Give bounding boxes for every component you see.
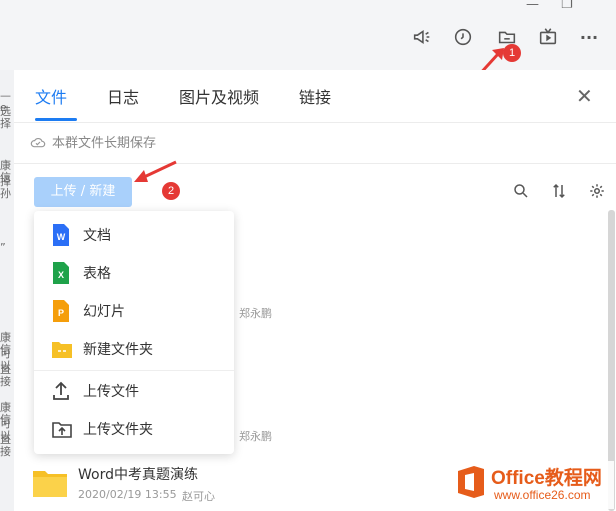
step-badge-2: 2	[162, 182, 180, 200]
clock-icon[interactable]	[450, 24, 476, 50]
storage-notice-text: 本群文件长期保存	[52, 136, 157, 151]
bg-fragment: ”	[0, 241, 6, 254]
gear-icon[interactable]	[587, 181, 607, 201]
slides-icon: P	[53, 300, 69, 322]
sheet-icon: X	[53, 262, 69, 284]
bg-uploader: 郑永鹏	[239, 307, 272, 320]
tab-files[interactable]: 文件	[35, 84, 67, 108]
upload-new-button[interactable]: 上传 / 新建	[34, 177, 132, 207]
folder-icon	[33, 471, 67, 497]
svg-text:P: P	[58, 308, 64, 318]
svg-text:W: W	[57, 232, 66, 242]
bg-fragment: 直接	[0, 363, 11, 388]
file-row[interactable]: Word中考真题演练 2020/02/19 13:55 赵可心	[32, 462, 362, 510]
watermark: Office教程网 www.office26.com	[454, 461, 614, 509]
storage-notice: 本群文件长期保存	[30, 132, 156, 151]
dropdown-item-slides[interactable]: P 幻灯片	[34, 292, 234, 330]
dropdown-item-label: 幻灯片	[83, 304, 125, 320]
tab-log[interactable]: 日志	[107, 84, 139, 108]
dropdown-item-label: 文档	[83, 228, 111, 244]
tab-links[interactable]: 链接	[299, 84, 331, 108]
bg-fragment: 选择	[0, 105, 11, 130]
maximize-button[interactable]: ❐	[561, 0, 573, 14]
background-chat-strip: — e 选择 康信 择孙 ” 康信 可以 直接 康信 可以 直接	[0, 70, 15, 511]
file-date: 2020/02/19 13:55	[78, 488, 177, 501]
dropdown-item-upload-folder[interactable]: 上传文件夹	[34, 410, 234, 448]
dropdown-item-label: 上传文件夹	[83, 422, 153, 438]
search-icon[interactable]	[511, 181, 531, 201]
more-icon[interactable]: ···	[576, 24, 602, 50]
office-logo-icon	[458, 466, 484, 498]
minimize-button[interactable]: —	[526, 0, 539, 14]
divider	[14, 163, 616, 164]
file-tools	[511, 181, 607, 201]
bg-fragment: 择孙	[0, 175, 11, 200]
title-bar	[0, 0, 616, 70]
sort-icon[interactable]	[549, 181, 569, 201]
upload-file-icon	[53, 381, 69, 400]
active-tab-indicator	[35, 118, 77, 121]
new-folder-icon	[52, 342, 72, 358]
dropdown-item-label: 表格	[83, 266, 111, 282]
close-panel-button[interactable]: ✕	[576, 86, 593, 106]
megaphone-icon[interactable]	[409, 24, 435, 50]
dropdown-item-sheet[interactable]: X 表格	[34, 254, 234, 292]
upload-new-dropdown: W 文档 X 表格 P 幻灯片 新建文件夹 上传文件 上传文件夹	[34, 211, 234, 454]
dropdown-item-doc[interactable]: W 文档	[34, 216, 234, 254]
tab-media[interactable]: 图片及视频	[179, 84, 259, 108]
dropdown-item-label: 上传文件	[83, 384, 139, 400]
cloud-icon	[30, 137, 46, 147]
watermark-title: Office教程网	[491, 468, 602, 489]
tab-bar: 文件 日志 图片及视频 链接 ✕	[14, 70, 616, 123]
svg-text:X: X	[58, 270, 64, 280]
file-name: Word中考真题演练	[78, 467, 198, 483]
upload-folder-icon	[52, 422, 72, 438]
watermark-url: www.office26.com	[494, 488, 591, 502]
file-uploader: 赵可心	[182, 490, 215, 503]
dropdown-item-label: 新建文件夹	[83, 342, 153, 358]
dropdown-item-new-folder[interactable]: 新建文件夹	[34, 330, 234, 368]
tv-icon[interactable]	[535, 24, 561, 50]
bg-fragment: 直接	[0, 433, 11, 458]
bg-uploader: 郑永鹏	[239, 430, 272, 443]
dropdown-divider	[34, 370, 234, 371]
dropdown-item-upload-file[interactable]: 上传文件	[34, 372, 234, 410]
window-controls: — ❐	[526, 0, 573, 14]
word-doc-icon: W	[53, 224, 69, 246]
